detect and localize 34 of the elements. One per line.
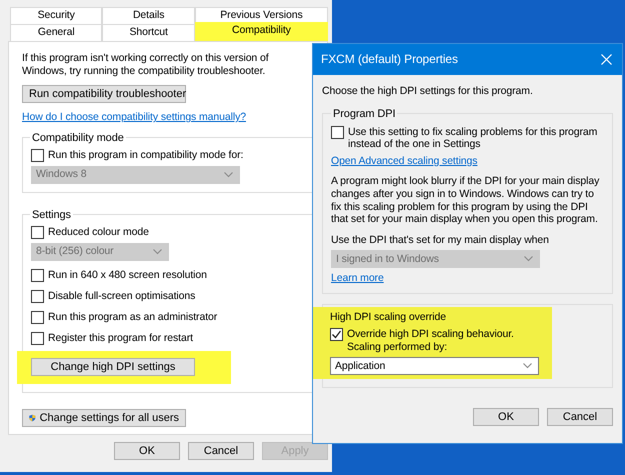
troubleshooter-button[interactable]: Run compatibility troubleshooter	[22, 85, 186, 104]
checkbox-label: Use this setting to fix scaling problems for this program instead of the one in Settings	[348, 126, 598, 151]
dropdown[interactable]: Application	[330, 357, 539, 376]
tab[interactable]: Security	[10, 7, 102, 24]
all-users-button[interactable]: Change settings for all users	[22, 408, 186, 427]
checkbox-label: Register this program for restart	[48, 332, 193, 344]
checkbox-label: Reduced colour mode	[48, 226, 149, 238]
checkbox-label: Disable full-screen optimisations	[48, 290, 196, 302]
group-title: High DPI scaling override	[330, 310, 447, 324]
checkbox-label: Run in 640 x 480 screen resolution	[48, 268, 207, 282]
field-label: Scaling performed by:	[347, 340, 448, 354]
dpi-settings-button[interactable]: Change high DPI settings	[31, 358, 195, 376]
checkbox-label: Override high DPI scaling behaviour.	[347, 328, 514, 340]
window-title: FXCM (default) Properties	[321, 52, 458, 67]
description-text: A program might look blurry if the DPI for your main display changes after you sign in to Windows. Windows can try to fix this scaling problem for this program by using the DPI that set for your main display when you open this program.	[331, 175, 600, 226]
dialog-button[interactable]: OK	[473, 408, 539, 426]
dialog-button[interactable]: Cancel	[188, 442, 254, 460]
intro-text: If this program isn't working correctly on this version of Windows, try running the compatibility troubleshooter.	[22, 52, 270, 78]
help-link[interactable]: How do I choose compatibility settings manually?	[22, 111, 246, 124]
group-title: Program DPI	[332, 108, 396, 120]
tab[interactable]: General	[10, 24, 102, 41]
link[interactable]: Open Advanced scaling settings	[331, 154, 478, 167]
intro-text: Choose the high DPI settings for this program.	[322, 85, 534, 98]
tab[interactable]: Shortcut	[102, 24, 195, 41]
dialog-button[interactable]: Cancel	[547, 408, 613, 426]
group-title: Settings	[31, 208, 72, 221]
checkbox-label: Run this program as an administrator	[48, 310, 218, 324]
checkbox-label: Run this program in compatibility mode for:	[48, 148, 244, 162]
dialog-button[interactable]: OK	[114, 442, 180, 460]
link[interactable]: Learn more	[331, 272, 384, 284]
tab[interactable]: Details	[102, 7, 195, 24]
field-label: Use the DPI that's set for my main display when	[331, 234, 550, 246]
tab[interactable]: Compatibility	[194, 22, 328, 41]
group-title: Compatibility mode	[31, 132, 125, 144]
